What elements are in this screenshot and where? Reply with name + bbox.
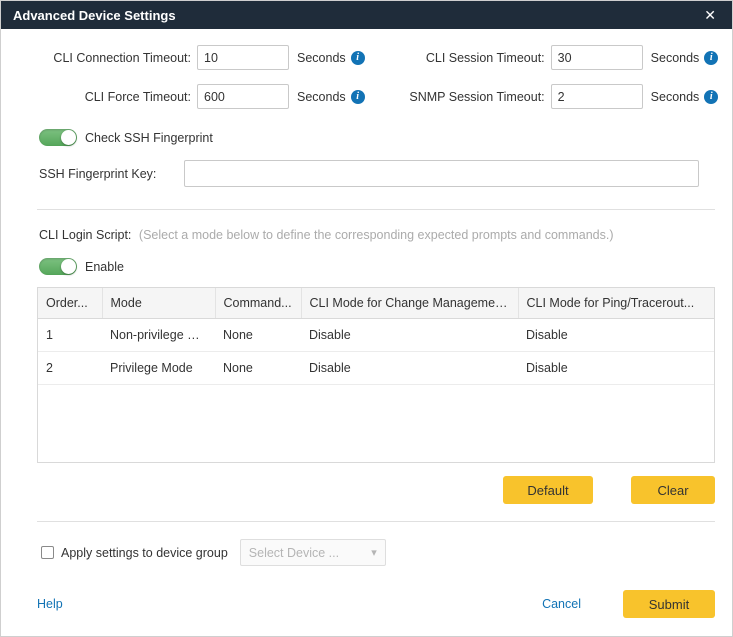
snmp-session-timeout-input[interactable] [551, 84, 643, 109]
cell-order: 1 [38, 319, 102, 352]
apply-settings-row: Apply settings to device group Select De… [41, 539, 715, 566]
snmp-session-timeout-label: SNMP Session Timeout: [365, 90, 551, 104]
cli-connection-timeout-label: CLI Connection Timeout: [37, 51, 197, 65]
cli-login-script-table: Order... Mode Command... CLI Mode for Ch… [37, 287, 715, 463]
cli-login-script-header: CLI Login Script: (Select a mode below t… [39, 228, 715, 242]
cli-force-timeout-row: CLI Force Timeout: Seconds i [37, 84, 365, 109]
cli-session-timeout-label: CLI Session Timeout: [365, 51, 551, 65]
dialog-footer: Help Cancel Submit [37, 590, 715, 618]
ssh-fingerprint-key-label: SSH Fingerprint Key: [39, 167, 184, 181]
chevron-down-icon: ▾ [371, 546, 377, 559]
device-group-select[interactable]: Select Device ... ▾ [240, 539, 386, 566]
default-button[interactable]: Default [503, 476, 593, 504]
enable-label: Enable [85, 260, 124, 274]
info-icon[interactable]: i [704, 90, 718, 104]
cli-connection-timeout-row: CLI Connection Timeout: Seconds i [37, 45, 365, 70]
table-header-row: Order... Mode Command... CLI Mode for Ch… [38, 288, 714, 319]
help-link[interactable]: Help [37, 597, 63, 611]
cell-ping-traceroute: Disable [518, 352, 714, 385]
cli-connection-timeout-unit: Seconds [297, 51, 346, 65]
cell-mode: Non-privilege Mode [102, 319, 215, 352]
cell-change-management: Disable [301, 319, 518, 352]
cli-session-timeout-row: CLI Session Timeout: Seconds i [365, 45, 719, 70]
check-ssh-fingerprint-row: Check SSH Fingerprint [39, 129, 732, 146]
enable-row: Enable [39, 258, 732, 275]
dialog-titlebar: Advanced Device Settings ✕ [1, 1, 732, 29]
column-header-order[interactable]: Order... [38, 288, 102, 319]
section-divider [37, 521, 715, 522]
section-divider [37, 209, 715, 210]
ssh-fingerprint-key-row: SSH Fingerprint Key: [39, 160, 699, 187]
snmp-session-timeout-row: SNMP Session Timeout: Seconds i [365, 84, 719, 109]
info-icon[interactable]: i [351, 51, 365, 65]
apply-settings-label: Apply settings to device group [61, 546, 228, 560]
cli-session-timeout-input[interactable] [551, 45, 643, 70]
submit-button[interactable]: Submit [623, 590, 715, 618]
cancel-link[interactable]: Cancel [542, 597, 581, 611]
table-row[interactable]: 1 Non-privilege Mode None Disable Disabl… [38, 319, 714, 352]
cli-force-timeout-unit: Seconds [297, 90, 346, 104]
advanced-device-settings-dialog: Advanced Device Settings ✕ CLI Connectio… [0, 0, 733, 637]
column-header-mode[interactable]: Mode [102, 288, 215, 319]
timeout-settings: CLI Connection Timeout: Seconds i CLI Se… [37, 45, 715, 109]
table-row[interactable]: 2 Privilege Mode None Disable Disable [38, 352, 714, 385]
apply-settings-checkbox[interactable] [41, 546, 54, 559]
cell-command: None [215, 319, 301, 352]
cli-session-timeout-unit: Seconds [651, 51, 700, 65]
column-header-change-management[interactable]: CLI Mode for Change Management ... [301, 288, 518, 319]
toggle-knob [61, 259, 76, 274]
enable-toggle[interactable] [39, 258, 77, 275]
cli-connection-timeout-input[interactable] [197, 45, 289, 70]
cell-command: None [215, 352, 301, 385]
cli-force-timeout-label: CLI Force Timeout: [37, 90, 197, 104]
cell-mode: Privilege Mode [102, 352, 215, 385]
cli-force-timeout-input[interactable] [197, 84, 289, 109]
device-group-select-value: Select Device ... [249, 546, 339, 560]
dialog-title: Advanced Device Settings [13, 8, 176, 23]
info-icon[interactable]: i [704, 51, 718, 65]
cell-order: 2 [38, 352, 102, 385]
cell-change-management: Disable [301, 352, 518, 385]
close-icon[interactable]: ✕ [700, 6, 720, 24]
cell-ping-traceroute: Disable [518, 319, 714, 352]
snmp-session-timeout-unit: Seconds [651, 90, 700, 104]
cli-login-script-label: CLI Login Script: [39, 228, 131, 242]
info-icon[interactable]: i [351, 90, 365, 104]
column-header-command[interactable]: Command... [215, 288, 301, 319]
ssh-fingerprint-key-input[interactable] [184, 160, 699, 187]
clear-button[interactable]: Clear [631, 476, 715, 504]
check-ssh-fingerprint-label: Check SSH Fingerprint [85, 131, 213, 145]
table-actions: Default Clear [1, 476, 715, 504]
cli-login-script-hint: (Select a mode below to define the corre… [139, 228, 614, 242]
check-ssh-fingerprint-toggle[interactable] [39, 129, 77, 146]
column-header-ping-traceroute[interactable]: CLI Mode for Ping/Tracerout... [518, 288, 714, 319]
toggle-knob [61, 130, 76, 145]
